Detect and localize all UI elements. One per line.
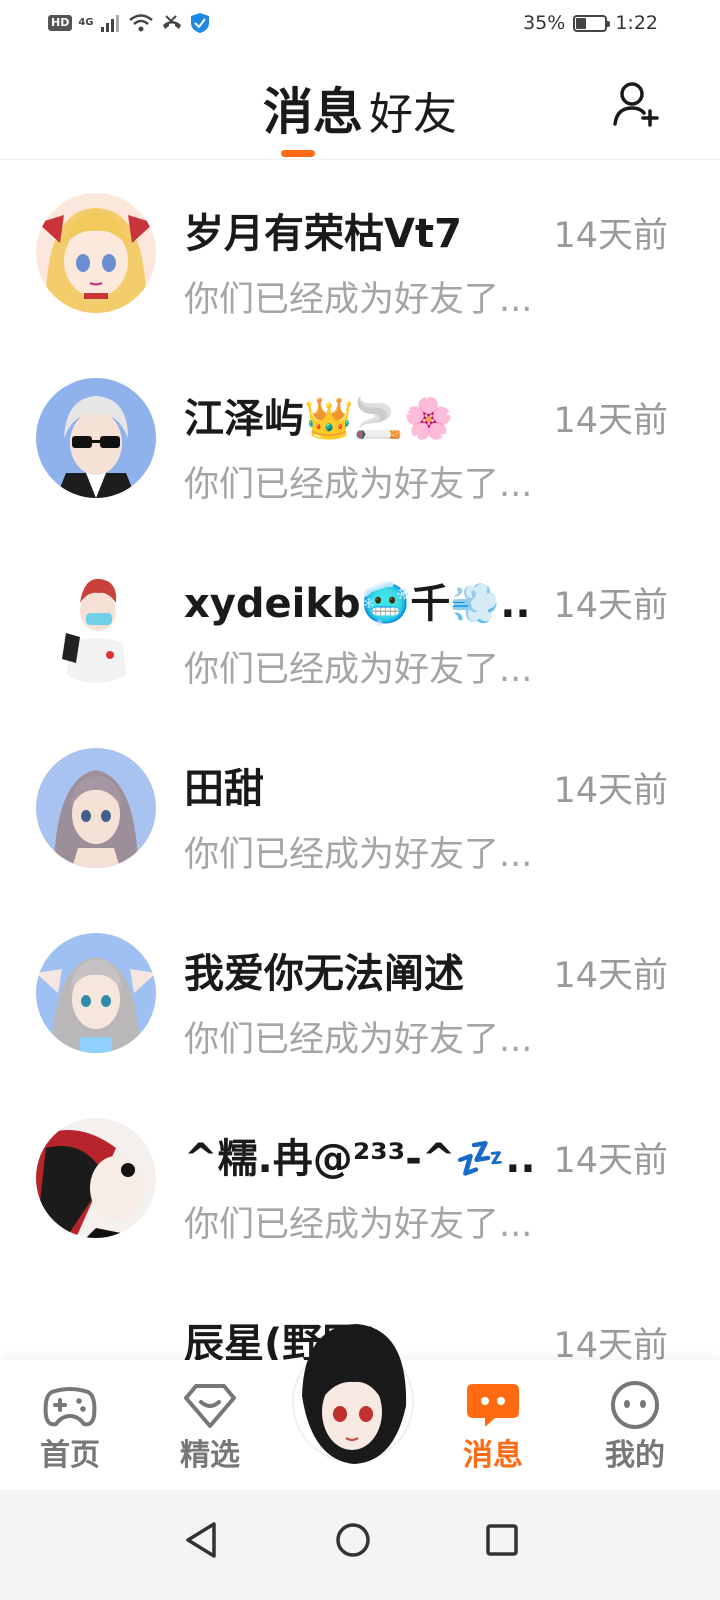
avatar[interactable]	[36, 193, 156, 313]
last-message: 你们已经成为好友了...	[184, 835, 533, 875]
conversation-row[interactable]: ^糯.冉@²³³-^💤... 14天前 你们已经成为好友了...	[0, 1085, 720, 1270]
nav-messages[interactable]: 消息	[438, 1360, 548, 1490]
avatar[interactable]	[36, 563, 156, 683]
contact-name: ^糯.冉@²³³-^💤...	[184, 1136, 534, 1182]
add-person-icon[interactable]	[610, 78, 662, 130]
battery-fill	[576, 17, 587, 29]
heart-icon	[184, 1384, 236, 1428]
message-time: 14天前	[553, 956, 668, 996]
last-message: 你们已经成为好友了...	[184, 280, 533, 320]
battery-percent: 35%	[523, 12, 566, 34]
avatar[interactable]	[36, 1118, 156, 1238]
header: 消息 好友	[0, 50, 720, 160]
gamepad-icon	[43, 1387, 97, 1427]
hd-badge: HD	[48, 15, 73, 31]
battery-icon	[573, 14, 611, 32]
nav-label: 精选	[180, 1438, 240, 1473]
tab-messages[interactable]: 消息	[263, 72, 363, 144]
recents-icon[interactable]	[472, 1510, 532, 1570]
conversation-list: 岁月有荣枯Vt7 14天前 你们已经成为好友了... 江泽屿👑🚬🌸 14天前 你…	[0, 160, 720, 1360]
contact-name: 岁月有荣枯Vt7	[184, 211, 462, 257]
profile-avatar-icon[interactable]	[290, 1316, 416, 1466]
avatar[interactable]	[36, 933, 156, 1053]
nav-label: 首页	[40, 1438, 100, 1473]
conversation-row[interactable]: xydeikb🥶千💨... 14天前 你们已经成为好友了...	[0, 530, 720, 715]
conversation-row[interactable]: 江泽屿👑🚬🌸 14天前 你们已经成为好友了...	[0, 345, 720, 530]
missed-call-icon	[162, 15, 181, 29]
last-message: 你们已经成为好友了...	[184, 1020, 533, 1060]
tab-friends[interactable]: 好友	[369, 78, 457, 142]
contact-name: 我爱你无法阐述	[184, 951, 464, 997]
wifi-icon	[128, 14, 153, 32]
conversation-row[interactable]: 岁月有荣枯Vt7 14天前 你们已经成为好友了...	[0, 160, 720, 345]
message-time: 14天前	[553, 586, 668, 626]
nav-featured[interactable]: 精选	[155, 1360, 265, 1490]
avatar[interactable]	[36, 748, 156, 868]
message-time: 14天前	[553, 401, 668, 441]
contact-name: xydeikb🥶千💨...	[184, 581, 534, 627]
last-message: 你们已经成为好友了...	[184, 650, 533, 690]
signal-icon	[100, 15, 119, 32]
nav-label: 我的	[605, 1438, 665, 1473]
network-type: 4G	[78, 17, 94, 28]
back-icon[interactable]	[172, 1510, 232, 1570]
status-icons-left: HD 4G	[48, 12, 210, 34]
message-time: 14天前	[553, 216, 668, 256]
tab-indicator	[281, 150, 315, 157]
avatar[interactable]	[36, 378, 156, 498]
face-icon	[611, 1381, 659, 1429]
message-time: 14天前	[553, 1326, 668, 1360]
last-message: 你们已经成为好友了...	[184, 1205, 533, 1245]
home-icon[interactable]	[323, 1510, 383, 1570]
conversation-row[interactable]: 我爱你无法阐述 14天前 你们已经成为好友了...	[0, 900, 720, 1085]
system-nav-bar	[0, 1490, 720, 1600]
message-time: 14天前	[553, 1141, 668, 1181]
clock: 1:22	[615, 12, 658, 34]
contact-name: 田甜	[184, 766, 264, 812]
nav-profile[interactable]: 我的	[580, 1360, 690, 1490]
status-icons-right: 35% 1:22	[523, 12, 658, 34]
message-time: 14天前	[553, 771, 668, 811]
nav-home[interactable]: 首页	[15, 1360, 125, 1490]
status-bar: HD 4G 35% 1:22	[0, 0, 720, 50]
conversation-row[interactable]: 田甜 14天前 你们已经成为好友了...	[0, 715, 720, 900]
shield-icon	[190, 13, 209, 33]
nav-label: 消息	[463, 1438, 523, 1473]
chat-bubble-icon	[467, 1384, 519, 1427]
contact-name: 江泽屿👑🚬🌸	[184, 396, 454, 442]
last-message: 你们已经成为好友了...	[184, 465, 533, 505]
